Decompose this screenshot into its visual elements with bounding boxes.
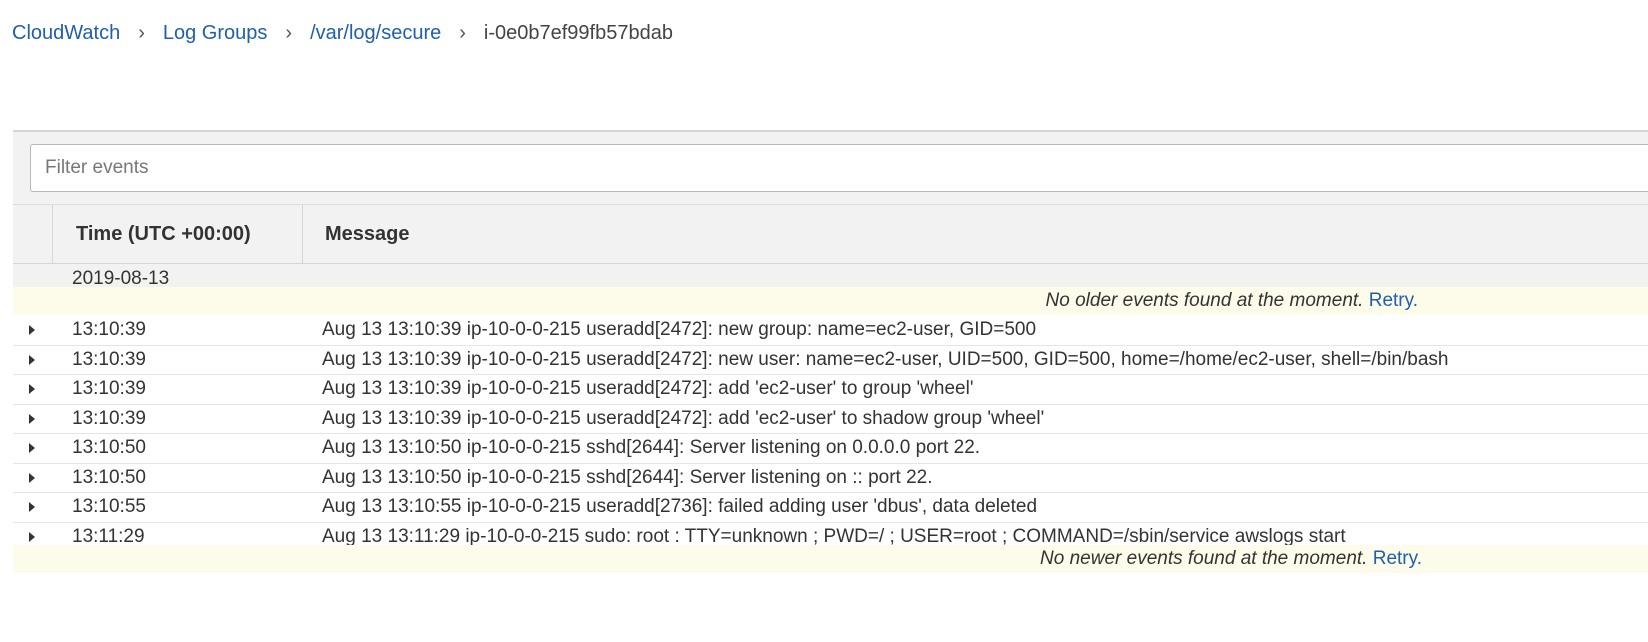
log-event-time: 13:10:39 — [72, 348, 146, 370]
newer-events-text: No newer events found at the moment. — [1040, 548, 1368, 569]
log-event-row[interactable]: 13:10:39 Aug 13 13:10:39 ip-10-0-0-215 u… — [13, 404, 1648, 434]
older-events-notice: No older events found at the moment. Ret… — [13, 287, 1648, 315]
breadcrumb: CloudWatch › Log Groups › /var/log/secur… — [12, 18, 673, 48]
log-event-time: 13:10:39 — [72, 319, 146, 340]
log-event-rows: 13:10:39 Aug 13 13:10:39 ip-10-0-0-215 u… — [13, 316, 1648, 552]
log-event-row[interactable]: 13:10:39 Aug 13 13:10:39 ip-10-0-0-215 u… — [13, 316, 1648, 346]
caret-right-icon[interactable] — [29, 354, 35, 365]
table-header: Time (UTC +00:00) Message — [13, 205, 1648, 264]
caret-right-icon[interactable] — [29, 472, 35, 483]
chevron-right-icon: › — [459, 21, 466, 44]
log-event-message: Aug 13 13:10:39 ip-10-0-0-215 useradd[24… — [322, 378, 974, 399]
filter-bar — [13, 132, 1648, 205]
breadcrumb-log-groups-link[interactable]: Log Groups — [163, 22, 268, 45]
log-event-row[interactable]: 13:10:50 Aug 13 13:10:50 ip-10-0-0-215 s… — [13, 463, 1648, 493]
caret-right-icon[interactable] — [29, 325, 35, 335]
newer-events-notice: No newer events found at the moment. Ret… — [13, 545, 1648, 573]
filter-events-input[interactable] — [30, 144, 1648, 192]
log-event-message: Aug 13 13:10:50 ip-10-0-0-215 sshd[2644]… — [322, 437, 981, 458]
log-event-message: Aug 13 13:10:39 ip-10-0-0-215 useradd[24… — [322, 407, 1045, 429]
log-event-row[interactable]: 13:10:55 Aug 13 13:10:55 ip-10-0-0-215 u… — [13, 493, 1648, 523]
breadcrumb-cloudwatch-link[interactable]: CloudWatch — [12, 22, 120, 45]
caret-right-icon[interactable] — [29, 443, 35, 453]
log-event-row[interactable]: 13:10:39 Aug 13 13:10:39 ip-10-0-0-215 u… — [13, 345, 1648, 375]
log-event-time: 13:10:50 — [72, 437, 146, 458]
log-event-time: 13:10:50 — [72, 466, 146, 488]
log-events-panel: Time (UTC +00:00) Message 2019-08-13 No … — [13, 130, 1648, 602]
chevron-right-icon: › — [285, 21, 293, 44]
older-events-retry-link[interactable]: Retry. — [1369, 290, 1418, 311]
caret-right-icon[interactable] — [29, 502, 35, 512]
log-event-message: Aug 13 13:10:39 ip-10-0-0-215 useradd[24… — [322, 319, 1037, 340]
newer-events-retry-link[interactable]: Retry. — [1373, 548, 1422, 569]
log-event-message: Aug 13 13:10:39 ip-10-0-0-215 useradd[24… — [322, 348, 1449, 370]
log-event-time: 13:10:39 — [72, 378, 146, 399]
log-event-time: 13:10:39 — [72, 407, 146, 429]
message-column-header[interactable]: Message — [304, 205, 1648, 263]
log-event-row[interactable]: 13:10:50 Aug 13 13:10:50 ip-10-0-0-215 s… — [13, 434, 1648, 464]
chevron-right-icon: › — [138, 21, 145, 44]
breadcrumb-current-stream: i-0e0b7ef99fb57bdab — [483, 21, 673, 44]
log-event-message: Aug 13 13:10:50 ip-10-0-0-215 sshd[2644]… — [322, 466, 933, 488]
log-event-message: Aug 13 13:10:55 ip-10-0-0-215 useradd[27… — [322, 496, 1038, 517]
older-events-text: No older events found at the moment. — [1045, 290, 1364, 311]
breadcrumb-log-group-link[interactable]: /var/log/secure — [310, 22, 441, 45]
expand-column-header — [13, 205, 53, 263]
caret-right-icon[interactable] — [29, 384, 35, 394]
time-column-header[interactable]: Time (UTC +00:00) — [53, 205, 303, 263]
log-event-row[interactable]: 13:10:39 Aug 13 13:10:39 ip-10-0-0-215 u… — [13, 375, 1648, 405]
caret-right-icon[interactable] — [29, 413, 35, 424]
caret-right-icon[interactable] — [29, 531, 35, 542]
log-event-time: 13:10:55 — [72, 496, 146, 517]
